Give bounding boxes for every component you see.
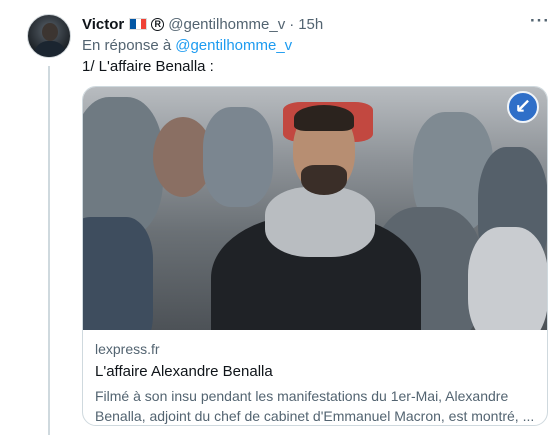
card-domain: lexpress.fr (95, 341, 160, 357)
card-title: L'affaire Alexandre Benalla (95, 363, 273, 380)
card-info: lexpress.fr L'affaire Alexandre Benalla … (83, 330, 547, 425)
reply-context: En réponse à @gentilhomme_v (82, 37, 292, 54)
more-options-icon[interactable]: ··· (530, 12, 550, 37)
blue-arrow-sign-icon: ↙ (507, 91, 539, 123)
reply-handle-link[interactable]: @gentilhomme_v (175, 37, 292, 54)
separator-dot: · (289, 15, 295, 33)
french-flag-icon (129, 18, 148, 30)
avatar-head-shape (42, 23, 58, 41)
card-description: Filmé à son insu pendant les manifestati… (95, 386, 535, 425)
author-name[interactable]: Victor (82, 16, 124, 33)
tweet-header: Victor R @gentilhomme_v · 15h ··· (82, 12, 550, 37)
thread-line (48, 66, 50, 435)
tweet[interactable]: Victor R @gentilhomme_v · 15h ··· En rép… (0, 0, 560, 435)
reply-prefix: En réponse à (82, 37, 172, 54)
tweet-text: 1/ L'affaire Benalla : (82, 58, 214, 75)
timestamp[interactable]: 15h (298, 16, 323, 33)
circle-r-icon: R (151, 17, 165, 31)
card-description-line-1: Filmé à son insu pendant les manifestati… (95, 388, 509, 404)
link-card[interactable]: ↙ lexpress.fr L'affaire Alexandre Benall… (82, 86, 548, 426)
card-description-line-2: Benalla, adjoint du chef de cabinet d'Em… (95, 408, 535, 424)
avatar-body-shape (34, 41, 66, 57)
card-image[interactable]: ↙ (83, 87, 547, 330)
avatar[interactable] (27, 14, 71, 58)
author-handle[interactable]: @gentilhomme_v (168, 16, 285, 33)
